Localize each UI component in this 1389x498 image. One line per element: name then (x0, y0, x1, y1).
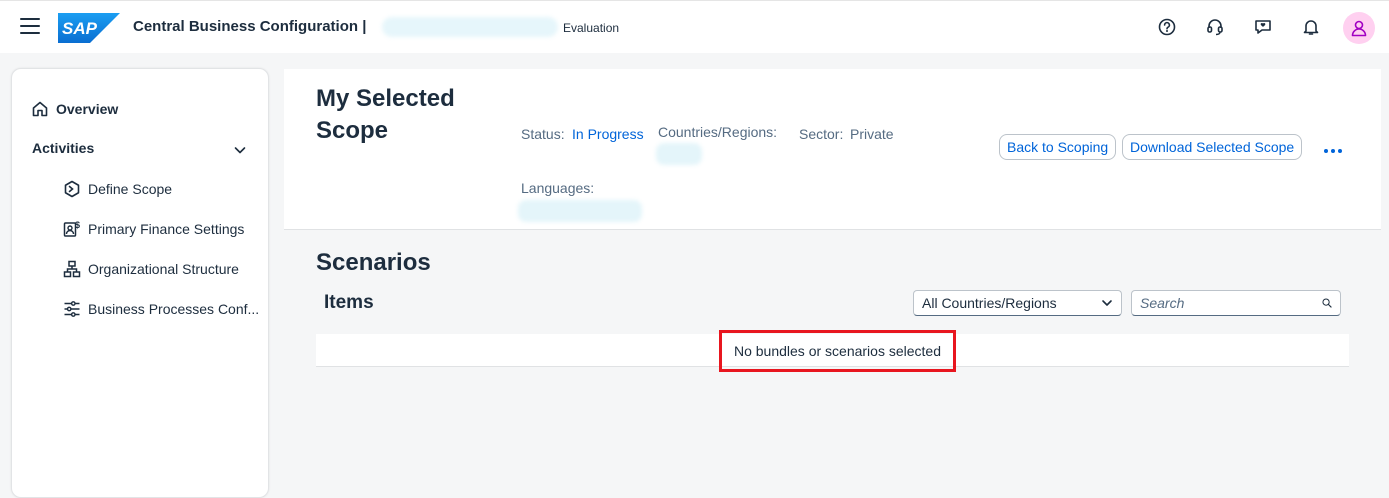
items-title: Items (324, 292, 374, 313)
nav-item-define-scope[interactable]: Define Scope (62, 179, 172, 199)
country-filter-select[interactable]: All Countries/Regions (913, 290, 1122, 316)
org-structure-icon (62, 259, 82, 279)
define-scope-icon (62, 179, 82, 199)
svg-text:SAP: SAP (62, 19, 98, 38)
sector-label: Sector: (799, 126, 844, 142)
chevron-down-icon (1102, 300, 1112, 306)
side-navigation: Overview Activities Define Scope $ Prima… (11, 68, 269, 498)
country-filter-value: All Countries/Regions (922, 295, 1057, 311)
empty-table-message: No bundles or scenarios selected (719, 330, 956, 372)
back-to-scoping-button[interactable]: Back to Scoping (999, 134, 1117, 160)
page-title: My Selected Scope (316, 85, 455, 144)
nav-group-label: Activities (32, 140, 95, 156)
download-selected-scope-button[interactable]: Download Selected Scope (1122, 134, 1303, 160)
nav-item-business-processes[interactable]: Business Processes Conf... (62, 299, 259, 319)
finance-settings-icon: $ (62, 219, 82, 239)
nav-item-label: Business Processes Conf... (88, 301, 260, 317)
status-label: Status: (521, 126, 565, 142)
search-field[interactable] (1131, 290, 1341, 316)
nav-item-label: Organizational Structure (88, 261, 239, 277)
notification-bell-icon[interactable] (1300, 16, 1322, 38)
nav-item-primary-finance-settings[interactable]: $ Primary Finance Settings (62, 219, 244, 239)
section-title-scenarios: Scenarios (316, 249, 431, 276)
chevron-down-icon[interactable] (233, 143, 247, 157)
nav-item-organizational-structure[interactable]: Organizational Structure (62, 259, 239, 279)
sector-value: Private (850, 126, 894, 142)
app-title: Central Business Configuration | (133, 18, 367, 35)
redacted-countries-value (656, 143, 702, 165)
nav-group-activities[interactable]: Activities (32, 140, 94, 156)
sap-logo[interactable]: SAP (58, 13, 120, 43)
user-avatar-icon[interactable] (1343, 12, 1375, 44)
more-options-icon[interactable] (1324, 145, 1346, 157)
business-process-icon (62, 299, 82, 319)
languages-label: Languages: (521, 180, 595, 196)
nav-item-overview[interactable]: Overview (30, 99, 118, 119)
nav-item-label: Overview (56, 101, 119, 117)
object-page-header: My Selected Scope Status: In Progress Co… (284, 69, 1381, 230)
svg-text:$: $ (75, 220, 80, 230)
search-icon[interactable] (1322, 295, 1332, 311)
home-icon (30, 99, 50, 119)
environment-label: Evaluation (563, 21, 620, 35)
menu-icon[interactable] (20, 18, 40, 36)
nav-item-label: Define Scope (88, 181, 173, 197)
help-icon[interactable] (1156, 16, 1178, 38)
redacted-languages-value (518, 200, 642, 222)
redacted-tenant-name (382, 17, 558, 37)
status-value[interactable]: In Progress (572, 126, 644, 142)
support-headset-icon[interactable] (1204, 16, 1226, 38)
search-input[interactable] (1140, 295, 1322, 311)
nav-item-label: Primary Finance Settings (88, 221, 245, 237)
feedback-icon[interactable] (1252, 16, 1274, 38)
shell-bar: SAP Central Business Configuration | Eva… (0, 0, 1389, 53)
countries-label: Countries/Regions: (658, 124, 778, 140)
